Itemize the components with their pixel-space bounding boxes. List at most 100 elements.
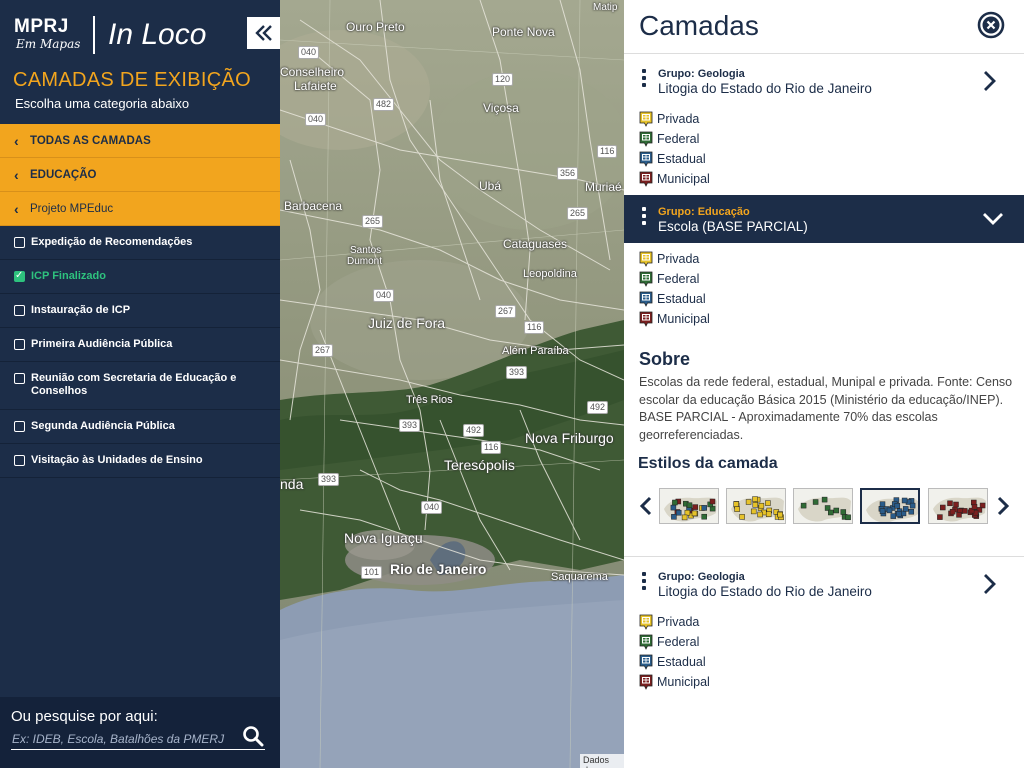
legend-item: Privada <box>639 612 1024 632</box>
map-label: Leopoldina <box>523 268 577 280</box>
legend-label: Estadual <box>657 655 706 669</box>
chevron-right-icon[interactable] <box>995 495 1011 517</box>
layers-panel: Camadas Grupo: Geologia Litogia do Estad… <box>624 0 1024 768</box>
map-label: Santos <box>350 245 382 256</box>
road-shield: 492 <box>463 424 485 437</box>
road-shield: 267 <box>495 305 517 318</box>
map-label: Rio de Janeiro <box>390 561 487 577</box>
double-chevron-left-icon <box>254 25 272 41</box>
drag-handle-icon[interactable] <box>642 207 646 228</box>
layer-legend: Privada Federal Estadual Municipal <box>624 608 1024 692</box>
legend-item: Federal <box>639 632 1024 652</box>
road-shield: 267 <box>312 344 334 357</box>
chevron-left-icon[interactable] <box>638 495 654 517</box>
legend-label: Federal <box>657 635 700 649</box>
road-shield: 040 <box>298 46 320 59</box>
chevron-down-icon[interactable] <box>981 209 1005 229</box>
school-pin-icon <box>639 614 653 630</box>
checkbox[interactable] <box>14 237 25 248</box>
collapse-sidebar-button[interactable] <box>247 17 280 49</box>
layer-name: Escola (BASE PARCIAL) <box>658 219 808 234</box>
road-shield: 393 <box>318 473 340 486</box>
school-pin-icon <box>639 111 653 127</box>
layer-card: Grupo: Geologia Litogia do Estado do Rio… <box>624 560 1024 692</box>
road-shield: 116 <box>481 441 502 454</box>
layer-group: Grupo: Geologia <box>658 571 745 583</box>
layer-option-label: Visitação às Unidades de Ensino <box>31 454 203 466</box>
road-shield: 393 <box>399 419 421 432</box>
legend-item: Estadual <box>639 149 1024 169</box>
layer-option-label: Expedição de Recomendações <box>31 236 193 248</box>
road-shield: 116 <box>597 145 618 158</box>
drag-handle-icon[interactable] <box>642 69 646 90</box>
checkbox[interactable] <box>14 455 25 466</box>
school-pin-icon <box>639 654 653 670</box>
legend-item: Municipal <box>639 169 1024 189</box>
road-shield: 492 <box>587 401 609 414</box>
map-view[interactable]: Ouro Preto Ponte Nova Conselheiro Lafaie… <box>280 0 624 768</box>
legend-label: Federal <box>657 132 700 146</box>
checkbox[interactable] <box>14 305 25 316</box>
search-icon[interactable] <box>242 725 264 747</box>
search-area: Ou pesquise por aqui: <box>0 697 280 768</box>
map-label: Muriaé <box>585 180 622 194</box>
road-shield: 393 <box>506 366 528 379</box>
chevron-right-icon[interactable] <box>980 69 1000 93</box>
legend-item: Privada <box>639 249 1024 269</box>
mprj-logo[interactable]: MPRJ <box>14 16 69 38</box>
layer-header[interactable]: Grupo: Geologia Litogia do Estado do Rio… <box>624 560 1024 608</box>
legend-item: Estadual <box>639 289 1024 309</box>
layer-header[interactable]: Grupo: Educação Escola (BASE PARCIAL) <box>624 195 1024 243</box>
category-nav: ‹ TODAS AS CAMADAS ‹ EDUCAÇÃO ‹ Projeto … <box>0 124 280 478</box>
chevron-right-icon[interactable] <box>980 572 1000 596</box>
road-shield: 040 <box>305 113 327 126</box>
checkbox-checked[interactable] <box>14 269 25 282</box>
legend-label: Estadual <box>657 152 706 166</box>
checkbox[interactable] <box>14 421 25 432</box>
layer-legend: Privada Federal Estadual Municipal <box>624 243 1024 329</box>
layer-option-visitacao[interactable]: Visitação às Unidades de Ensino <box>0 444 280 478</box>
layer-group: Grupo: Geologia <box>658 68 745 80</box>
layer-option-label: Reunião com Secretaria de Educação e Con… <box>31 372 237 397</box>
road-shield: 356 <box>557 167 579 180</box>
legend-item: Federal <box>639 129 1024 149</box>
chevron-left-icon: ‹ <box>14 132 19 149</box>
style-thumb-blue[interactable] <box>860 488 920 524</box>
legend-label: Federal <box>657 272 700 286</box>
map-label: Além Paraíba <box>502 345 569 357</box>
breadcrumb-education[interactable]: ‹ EDUCAÇÃO <box>0 158 280 192</box>
close-circle-icon[interactable] <box>977 11 1005 39</box>
map-label: Barbacena <box>284 199 343 213</box>
search-input[interactable] <box>11 728 265 750</box>
school-pin-icon <box>639 674 653 690</box>
about-text: Escolas da rede federal, estadual, Munip… <box>639 375 1013 442</box>
school-pin-icon <box>639 151 653 167</box>
map-attribution[interactable]: Dados do <box>580 754 624 768</box>
layer-name: Litogia do Estado do Rio de Janeiro <box>658 81 872 96</box>
layer-option-primeira-audiencia[interactable]: Primeira Audiência Pública <box>0 328 280 362</box>
style-thumb-yellow[interactable] <box>726 488 786 524</box>
legend-item: Privada <box>639 109 1024 129</box>
layer-option-instauracao[interactable]: Instauração de ICP <box>0 294 280 328</box>
checkbox[interactable] <box>14 339 25 350</box>
style-thumb-multicolor[interactable] <box>659 488 719 524</box>
map-label: Ubá <box>479 179 502 193</box>
layer-legend: Privada Federal Estadual Municipal <box>624 105 1024 189</box>
breadcrumb-label: EDUCAÇÃO <box>30 168 97 181</box>
legend-item: Municipal <box>639 309 1024 329</box>
checkbox[interactable] <box>14 373 25 384</box>
layer-option-label: Segunda Audiência Pública <box>31 420 175 432</box>
style-thumb-red[interactable] <box>928 488 988 524</box>
layer-header[interactable]: Grupo: Geologia Litogia do Estado do Rio… <box>624 57 1024 105</box>
breadcrumb-mpeduc[interactable]: ‹ Projeto MPEduc <box>0 192 280 226</box>
breadcrumb-all-layers[interactable]: ‹ TODAS AS CAMADAS <box>0 124 280 158</box>
layer-option-label: Primeira Audiência Pública <box>31 338 173 350</box>
in-loco-title: In Loco <box>108 18 207 51</box>
layer-option-icp-finalizado[interactable]: ICP Finalizado <box>0 260 280 294</box>
layer-option-expedicao[interactable]: Expedição de Recomendações <box>0 226 280 260</box>
map-canvas[interactable] <box>280 0 624 768</box>
style-thumb-green[interactable] <box>793 488 853 524</box>
layer-option-segunda-audiencia[interactable]: Segunda Audiência Pública <box>0 410 280 444</box>
layer-option-reuniao[interactable]: Reunião com Secretaria de Educação e Con… <box>0 362 280 410</box>
drag-handle-icon[interactable] <box>642 572 646 593</box>
